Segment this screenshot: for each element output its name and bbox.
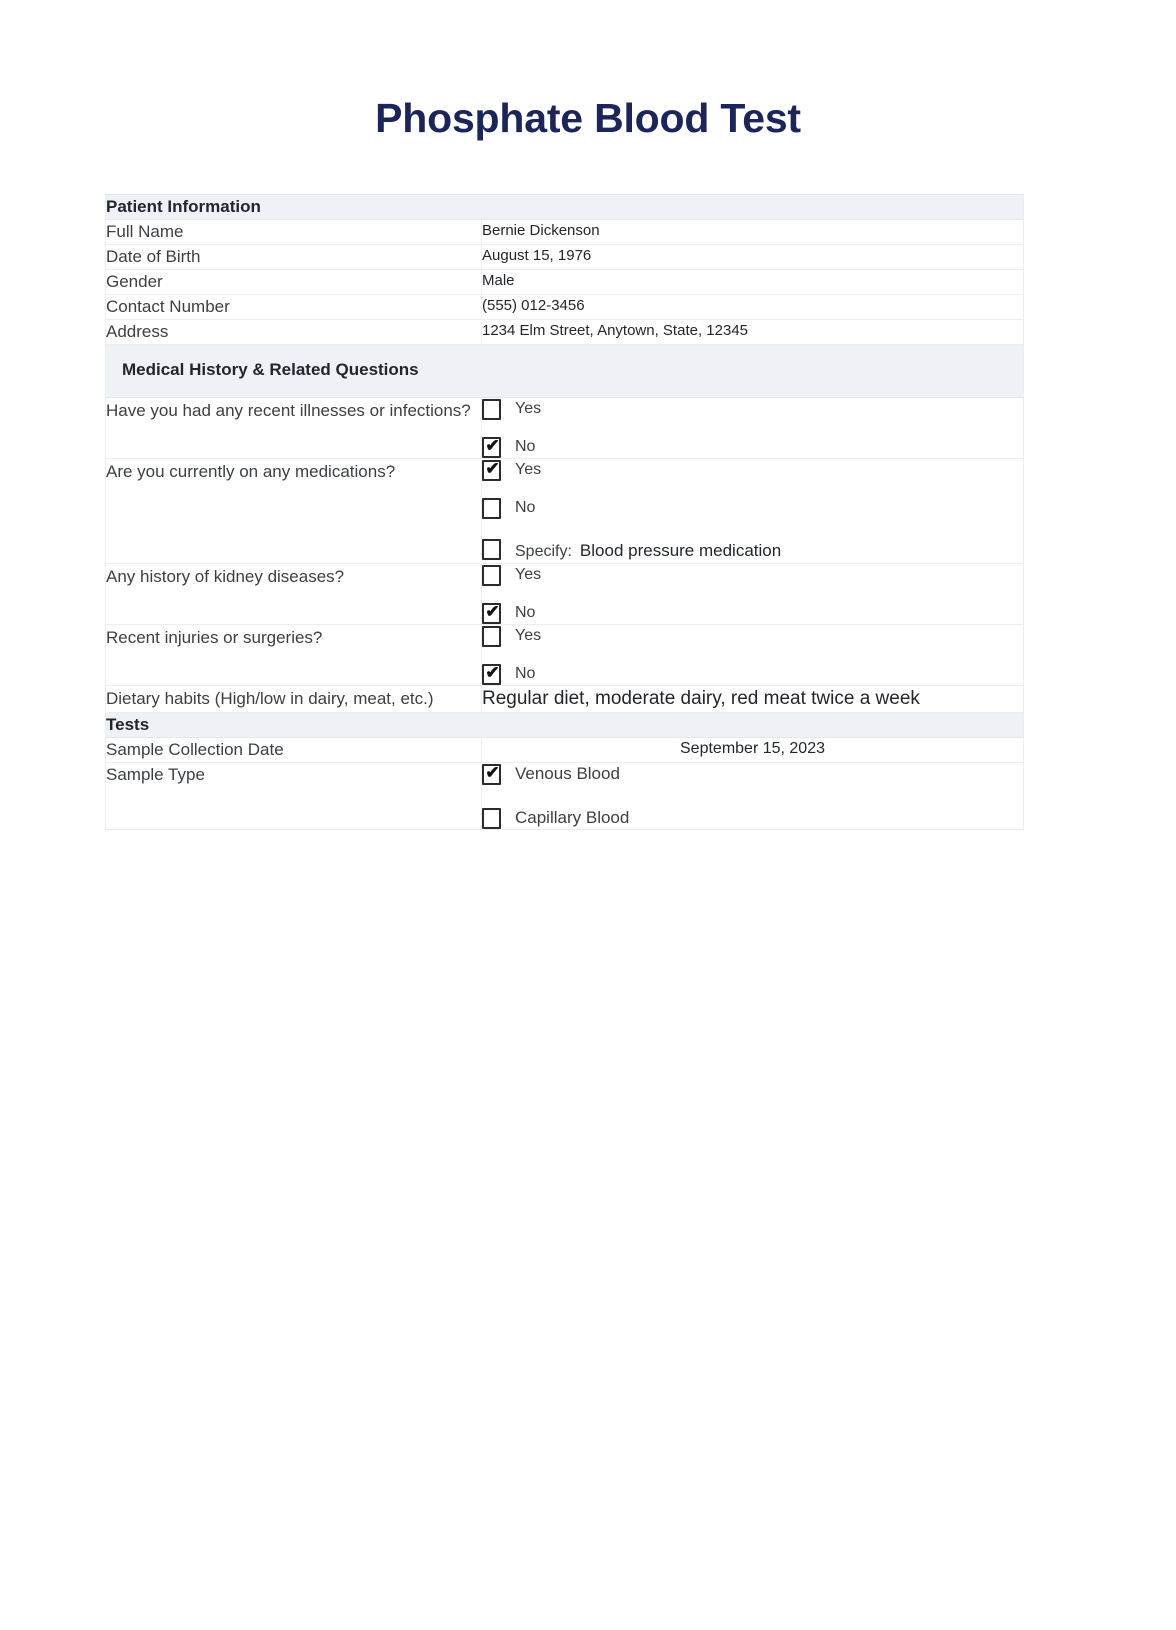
- table-row-question-medications: Are you currently on any medications? ✔ …: [105, 458, 1024, 564]
- field-label-sample-collection-date: Sample Collection Date: [105, 737, 482, 763]
- option-label-venous-blood: Venous Blood: [515, 764, 620, 783]
- table-row-dietary-habits: Dietary habits (High/low in dairy, meat,…: [105, 685, 1024, 713]
- option-label-yes: Yes: [515, 566, 542, 583]
- specify-label: Specify:: [515, 543, 572, 560]
- table-row-gender: Gender Male: [105, 269, 1024, 295]
- phosphate-blood-test-form: Patient Information Full Name Bernie Dic…: [105, 194, 1024, 830]
- table-row-contact-number: Contact Number (555) 012-3456: [105, 294, 1024, 320]
- option-medications-no[interactable]: ✔ No: [482, 497, 1023, 519]
- question-label-recent-injuries: Recent injuries or surgeries?: [105, 624, 482, 686]
- field-label-contact-number: Contact Number: [105, 294, 482, 320]
- question-label-kidney-diseases: Any history of kidney diseases?: [105, 563, 482, 625]
- option-kidney-diseases-yes[interactable]: ✔ Yes: [482, 564, 1023, 586]
- section-header-medical-history: Medical History & Related Questions: [105, 344, 1024, 398]
- option-label-yes: Yes: [515, 461, 542, 478]
- checkbox-unchecked-icon[interactable]: ✔: [482, 564, 501, 586]
- field-label-sample-type: Sample Type: [105, 762, 482, 830]
- section-header-spacer: [481, 344, 1024, 398]
- option-label-no: No: [515, 604, 536, 621]
- table-row-date-of-birth: Date of Birth August 15, 1976: [105, 244, 1024, 270]
- checkbox-checked-icon[interactable]: ✔: [482, 762, 501, 785]
- option-recent-illnesses-yes[interactable]: ✔ Yes: [482, 398, 1023, 420]
- table-row-question-kidney-diseases: Any history of kidney diseases? ✔ Yes ✔ …: [105, 563, 1024, 625]
- table-row-full-name: Full Name Bernie Dickenson: [105, 219, 1024, 245]
- option-medications-yes[interactable]: ✔ Yes: [482, 459, 1023, 481]
- question-label-medications: Are you currently on any medications?: [105, 458, 482, 564]
- field-label-date-of-birth: Date of Birth: [105, 244, 482, 270]
- checkmark-icon: ✔: [485, 762, 500, 782]
- option-label-yes: Yes: [515, 627, 542, 644]
- checkbox-checked-icon[interactable]: ✔: [482, 601, 501, 624]
- section-title-medical-history: Medical History & Related Questions: [105, 344, 482, 398]
- checkmark-icon: ✔: [485, 662, 500, 682]
- field-label-full-name: Full Name: [105, 219, 482, 245]
- option-label-no: No: [515, 665, 536, 682]
- checkbox-checked-icon[interactable]: ✔: [482, 662, 501, 685]
- option-label-yes: Yes: [515, 400, 542, 417]
- field-value-full-name[interactable]: Bernie Dickenson: [481, 219, 1024, 245]
- checkbox-checked-icon[interactable]: ✔: [482, 458, 501, 481]
- option-kidney-diseases-no[interactable]: ✔ No: [482, 602, 1023, 624]
- option-label-no: No: [515, 499, 536, 516]
- checkbox-unchecked-icon[interactable]: ✔: [482, 398, 501, 420]
- field-value-dietary-habits[interactable]: Regular diet, moderate dairy, red meat t…: [481, 685, 1024, 713]
- field-value-sample-type: ✔ Venous Blood ✔ Capillary Blood: [481, 762, 1024, 830]
- table-row-question-recent-injuries: Recent injuries or surgeries? ✔ Yes ✔ No: [105, 624, 1024, 686]
- table-row-address: Address 1234 Elm Street, Anytown, State,…: [105, 319, 1024, 345]
- checkmark-icon: ✔: [485, 435, 500, 455]
- checkmark-icon: ✔: [485, 601, 500, 621]
- field-label-dietary-habits: Dietary habits (High/low in dairy, meat,…: [105, 685, 482, 713]
- option-recent-illnesses-no[interactable]: ✔ No: [482, 436, 1023, 458]
- checkbox-unchecked-icon[interactable]: ✔: [482, 539, 501, 560]
- field-value-date-of-birth[interactable]: August 15, 1976: [481, 244, 1024, 270]
- field-value-sample-collection-date[interactable]: September 15, 2023: [481, 737, 1024, 763]
- field-value-address[interactable]: 1234 Elm Street, Anytown, State, 12345: [481, 319, 1024, 345]
- option-medications-specify[interactable]: ✔ Specify: Blood pressure medication: [482, 535, 1023, 563]
- question-label-recent-illnesses: Have you had any recent illnesses or inf…: [105, 397, 482, 459]
- option-label-capillary-blood: Capillary Blood: [515, 808, 630, 827]
- checkbox-unchecked-icon[interactable]: ✔: [482, 625, 501, 647]
- table-row-sample-collection-date: Sample Collection Date September 15, 202…: [105, 737, 1024, 763]
- section-header-tests: Tests: [105, 712, 1024, 738]
- question-answers-medications: ✔ Yes ✔ No ✔ Specify: Blood pressure med…: [481, 458, 1024, 564]
- checkbox-unchecked-icon[interactable]: ✔: [482, 807, 501, 829]
- checkbox-unchecked-icon[interactable]: ✔: [482, 497, 501, 519]
- document-page: Phosphate Blood Test Patient Information…: [0, 0, 1176, 1630]
- option-recent-injuries-yes[interactable]: ✔ Yes: [482, 625, 1023, 647]
- field-label-gender: Gender: [105, 269, 482, 295]
- field-value-contact-number[interactable]: (555) 012-3456: [481, 294, 1024, 320]
- question-answers-recent-injuries: ✔ Yes ✔ No: [481, 624, 1024, 686]
- table-row-sample-type: Sample Type ✔ Venous Blood ✔ Capillary B…: [105, 762, 1024, 830]
- table-row-question-recent-illnesses: Have you had any recent illnesses or inf…: [105, 397, 1024, 459]
- section-title-patient-information: Patient Information: [105, 194, 482, 220]
- question-answers-kidney-diseases: ✔ Yes ✔ No: [481, 563, 1024, 625]
- option-sample-type-venous-blood[interactable]: ✔ Venous Blood: [482, 763, 1023, 785]
- page-title: Phosphate Blood Test: [375, 95, 801, 141]
- field-label-address: Address: [105, 319, 482, 345]
- checkmark-icon: ✔: [485, 458, 500, 478]
- section-header-spacer: [481, 194, 1024, 220]
- option-sample-type-capillary-blood[interactable]: ✔ Capillary Blood: [482, 807, 1023, 829]
- section-header-spacer: [481, 712, 1024, 738]
- option-label-no: No: [515, 438, 536, 455]
- option-recent-injuries-no[interactable]: ✔ No: [482, 663, 1023, 685]
- section-header-patient-information: Patient Information: [105, 194, 1024, 220]
- field-value-gender[interactable]: Male: [481, 269, 1024, 295]
- checkbox-checked-icon[interactable]: ✔: [482, 435, 501, 458]
- section-title-tests: Tests: [105, 712, 482, 738]
- specify-value[interactable]: Blood pressure medication: [580, 540, 781, 562]
- question-answers-recent-illnesses: ✔ Yes ✔ No: [481, 397, 1024, 459]
